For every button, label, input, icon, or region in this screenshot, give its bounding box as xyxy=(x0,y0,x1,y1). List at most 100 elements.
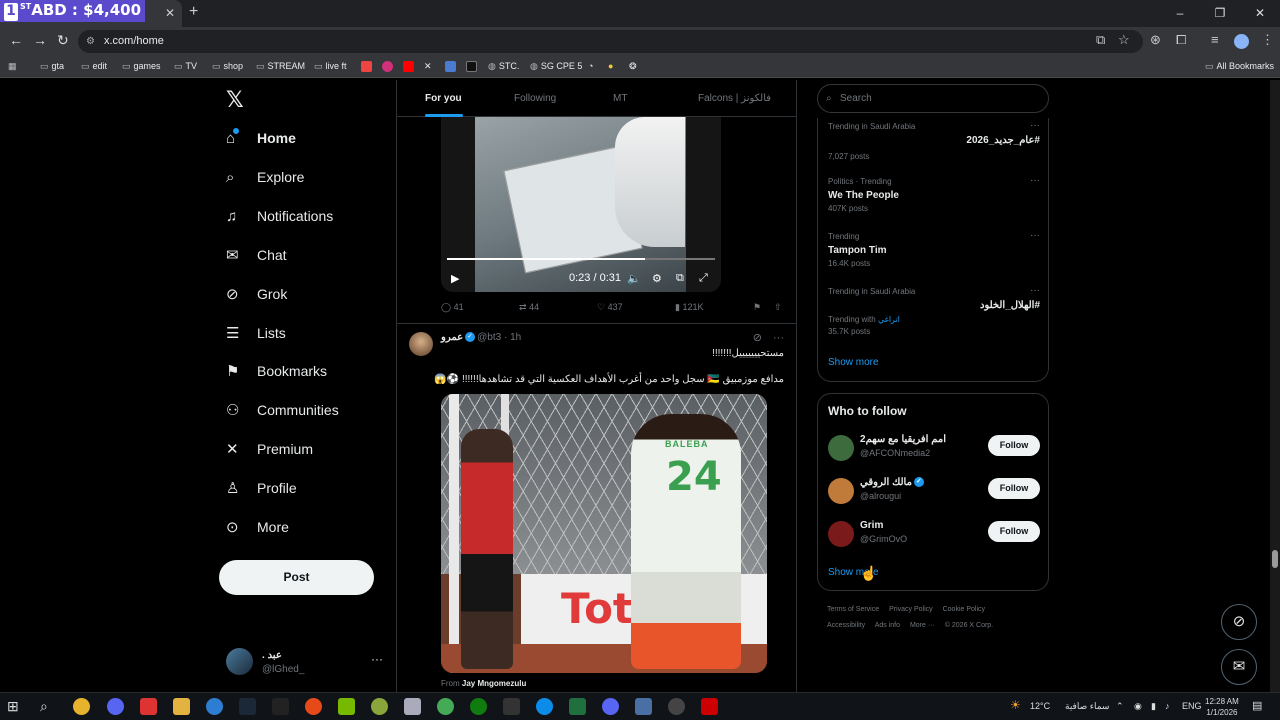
like-button[interactable]: ♡ 437 xyxy=(597,302,623,313)
more-dots-icon[interactable]: ··· xyxy=(371,652,383,666)
incognito-icon[interactable]: ⊛ xyxy=(1150,32,1161,48)
new-tab-icon[interactable]: + xyxy=(189,3,198,21)
trend-item[interactable]: Trending in Saudi Arabia #عام_جديد_2026 … xyxy=(828,120,1040,161)
notification-center-icon[interactable]: ▤ xyxy=(1252,699,1262,712)
from-name[interactable]: Jay Mngomezulu xyxy=(462,679,526,688)
bookmark-tweet-icon[interactable]: ⚑ xyxy=(753,302,761,313)
close-tab-icon[interactable]: ✕ xyxy=(165,6,175,20)
clock[interactable]: 12:28 AM 1/1/2026 xyxy=(1205,696,1239,718)
nav-communities[interactable]: ⚇ Communities xyxy=(218,391,339,429)
bookmark-folder[interactable]: ▭ STREAM xyxy=(256,61,305,72)
star-icon[interactable]: ☆ xyxy=(1118,32,1130,48)
grok-tweet-icon[interactable]: ⊘ xyxy=(753,332,762,344)
trend-more-icon[interactable]: ··· xyxy=(1030,120,1040,131)
trend-more-icon[interactable]: ··· xyxy=(1030,175,1040,186)
xbox-icon[interactable] xyxy=(470,698,487,715)
bookmark-favicon[interactable] xyxy=(466,61,477,72)
footer-link[interactable]: Privacy Policy xyxy=(889,606,933,613)
minimize-button[interactable]: – xyxy=(1160,0,1200,27)
taskbar-app-icon[interactable] xyxy=(140,698,157,715)
footer-link[interactable]: Cookie Policy xyxy=(943,606,985,613)
edge-icon[interactable] xyxy=(536,698,553,715)
bookmark-favicon[interactable] xyxy=(382,61,393,72)
bookmark-favicon[interactable] xyxy=(361,61,372,72)
messages-fab-button[interactable]: ✉ xyxy=(1221,649,1257,685)
video-player[interactable]: ▶ 0:23 / 0:31 🔈 ⚙ ⧉ ⤢ xyxy=(441,117,721,292)
bookmark-folder[interactable]: ▭ games xyxy=(122,61,161,72)
bookmark-folder[interactable]: ▭ gta xyxy=(40,61,64,72)
scrollbar-thumb[interactable] xyxy=(1272,550,1278,568)
volume-tray-icon[interactable]: ♪ xyxy=(1165,701,1170,711)
follow-button[interactable]: Follow xyxy=(988,478,1040,499)
nav-bookmarks[interactable]: ⚑ Bookmarks xyxy=(218,352,327,390)
follow-button[interactable]: Follow xyxy=(988,435,1040,456)
taskbar-app-icon[interactable] xyxy=(272,698,289,715)
bulb-icon[interactable]: ● xyxy=(608,61,613,71)
trends-show-more-link[interactable]: Show more xyxy=(828,357,879,368)
tweet-author-name[interactable]: عمرو xyxy=(441,332,463,343)
video-progress-bar[interactable] xyxy=(447,258,715,260)
nav-notifications[interactable]: ♫ Notifications xyxy=(218,197,333,235)
tweet-author-handle[interactable]: @bt3 xyxy=(477,332,501,343)
trend-more-icon[interactable]: ··· xyxy=(1030,285,1040,296)
trend-item[interactable]: Politics · Trending We The People 407K p… xyxy=(828,175,1040,213)
nav-chat[interactable]: ✉ Chat xyxy=(218,236,287,274)
extensions-icon[interactable]: ⧠ xyxy=(1176,32,1186,48)
github-icon[interactable]: ◔ xyxy=(588,61,593,71)
taskbar-app-icon[interactable] xyxy=(371,698,388,715)
scrollbar[interactable] xyxy=(1270,80,1280,692)
nvidia-icon[interactable] xyxy=(338,698,355,715)
taskbar-app-icon[interactable] xyxy=(635,698,652,715)
tab-search-icon[interactable]: ≡ xyxy=(1211,32,1219,47)
file-explorer-icon[interactable] xyxy=(173,698,190,715)
nav-premium[interactable]: ✕ Premium xyxy=(218,430,313,468)
footer-link[interactable]: More ··· xyxy=(910,622,935,629)
taskbar-app-icon[interactable] xyxy=(701,698,718,715)
avatar[interactable] xyxy=(409,332,433,356)
url-input[interactable]: ⚙ x.com/home xyxy=(78,30,1143,53)
x-logo-icon[interactable]: 𝕏 xyxy=(226,88,244,113)
taskbar-app-icon[interactable] xyxy=(305,698,322,715)
account-switcher[interactable]: . عبد @lGhed_ ··· xyxy=(226,648,396,678)
weather-text[interactable]: سماء صافية xyxy=(1065,701,1109,712)
tweet-media-image[interactable]: Tot BALEBA 24 xyxy=(441,394,767,673)
fullscreen-icon[interactable]: ⤢ xyxy=(699,272,708,285)
share-icon[interactable]: ⇧ xyxy=(774,302,782,313)
search-input[interactable]: ⌕ Search xyxy=(817,84,1049,113)
x-bookmark-icon[interactable]: ✕ xyxy=(424,61,432,72)
bookmark-link[interactable]: ◍ STC. xyxy=(488,61,519,72)
tab-following[interactable]: Following xyxy=(514,93,556,104)
windows-start-icon[interactable]: ⊞ xyxy=(7,698,24,715)
youtube-icon[interactable] xyxy=(403,61,414,72)
chrome-icon[interactable] xyxy=(73,698,90,715)
tab-for-you[interactable]: For you xyxy=(425,93,462,104)
trending-with-link[interactable]: اتراغي xyxy=(878,315,900,324)
footer-link[interactable]: Accessibility xyxy=(827,622,865,629)
nav-home[interactable]: ⌂ Home xyxy=(218,119,296,157)
nav-more[interactable]: ⊙ More xyxy=(218,508,289,546)
follow-suggestion[interactable]: امم افريقيا مع سهم2 @AFCONmedia2 Follow xyxy=(828,433,1040,465)
play-icon[interactable]: ▶ xyxy=(451,272,459,285)
post-button[interactable]: Post xyxy=(219,560,374,595)
apps-grid-icon[interactable]: ▦ xyxy=(8,61,20,72)
volume-icon[interactable]: 🔈 xyxy=(627,272,641,285)
openai-icon[interactable]: ❂ xyxy=(629,61,637,72)
tweet-time[interactable]: 1h xyxy=(510,332,521,343)
forward-icon[interactable]: → xyxy=(33,32,47,48)
browser-menu-icon[interactable]: ⋮ xyxy=(1261,32,1274,48)
site-info-icon[interactable]: ⚙ xyxy=(86,30,95,53)
repost-button[interactable]: ⇄ 44 xyxy=(519,302,539,313)
steam-icon[interactable] xyxy=(239,698,256,715)
trend-more-icon[interactable]: ··· xyxy=(1030,230,1040,241)
install-icon[interactable]: ⧉ xyxy=(1096,32,1105,48)
tray-chevron-icon[interactable]: ⌃ xyxy=(1116,701,1124,712)
discord-icon[interactable] xyxy=(602,698,619,715)
tab-mt[interactable]: MT xyxy=(613,93,627,104)
taskbar-app-icon[interactable] xyxy=(503,698,520,715)
tab-falcons[interactable]: Falcons | فالكونز xyxy=(698,93,771,104)
grok-fab-button[interactable]: ⊘ xyxy=(1221,604,1257,640)
bookmark-link[interactable]: ◍ SG CPE 5 xyxy=(530,61,582,72)
nav-explore[interactable]: ⌕ Explore xyxy=(218,158,304,196)
obs-icon[interactable] xyxy=(668,698,685,715)
trend-item[interactable]: Trending in Saudi Arabia #الهلال_الخلود … xyxy=(828,285,1040,336)
